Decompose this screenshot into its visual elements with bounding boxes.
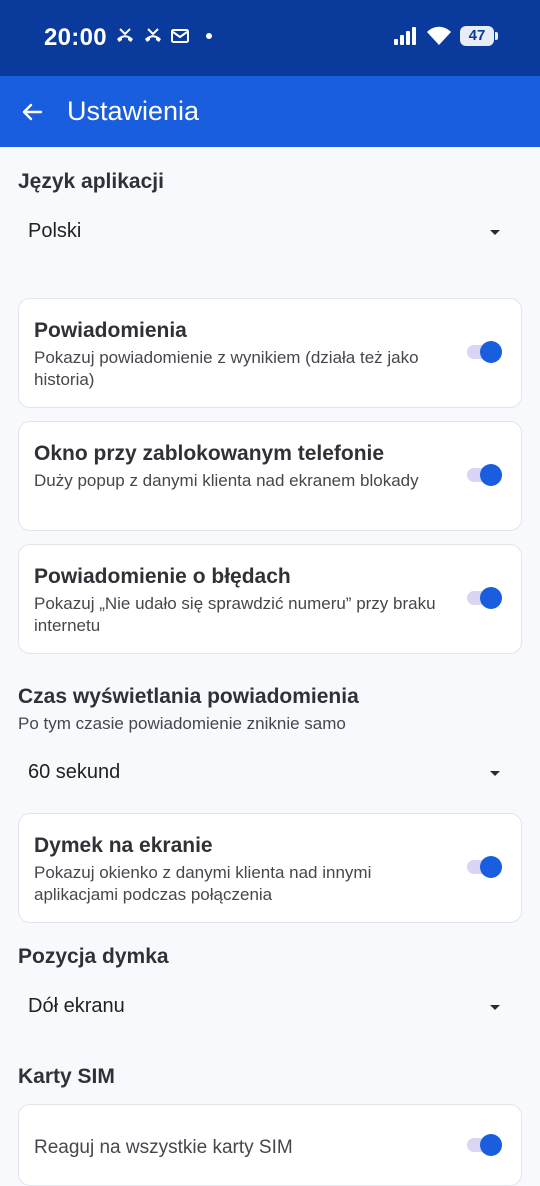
- error-notification-toggle[interactable]: [467, 587, 502, 609]
- toggle-thumb: [480, 341, 502, 363]
- status-notification-icons: [114, 27, 212, 45]
- card-description: Pokazuj okienko z danymi klienta nad inn…: [34, 863, 372, 904]
- sim-card[interactable]: Reaguj na wszystkie karty SIM: [18, 1104, 522, 1186]
- language-section-title: Język aplikacji: [18, 170, 164, 193]
- lockscreen-popup-card[interactable]: Okno przy zablokowanym telefonie Duży po…: [18, 421, 522, 531]
- wifi-icon: [427, 26, 451, 45]
- dropdown-arrow-icon: [490, 1005, 500, 1010]
- toggle-thumb: [480, 587, 502, 609]
- duration-section-subtitle: Po tym czasie powiadomienie zniknie samo: [18, 714, 346, 733]
- notifications-card[interactable]: Powiadomienia Pokazuj powiadomienie z wy…: [18, 298, 522, 408]
- duration-section-title: Czas wyświetlania powiadomienia: [18, 685, 359, 708]
- lockscreen-popup-toggle[interactable]: [467, 464, 502, 486]
- bubble-card[interactable]: Dymek na ekranie Pokazuj okienko z danym…: [18, 813, 522, 923]
- sim-toggle[interactable]: [467, 1134, 502, 1156]
- sim-card-label: Reaguj na wszystkie karty SIM: [34, 1137, 293, 1158]
- dropdown-arrow-icon: [490, 230, 500, 235]
- duration-dropdown[interactable]: 60 sekund: [18, 751, 522, 795]
- mail-icon: [171, 29, 189, 43]
- error-notification-card[interactable]: Powiadomienie o błędach Pokazuj „Nie uda…: [18, 544, 522, 654]
- status-bar: 20:00 47: [0, 0, 540, 76]
- app-bar: Ustawienia: [0, 76, 540, 147]
- signal-icon: [394, 27, 416, 45]
- back-button[interactable]: [14, 94, 50, 130]
- duration-dropdown-value: 60 sekund: [28, 761, 121, 783]
- card-title: Okno przy zablokowanym telefonie: [34, 442, 385, 465]
- toggle-thumb: [480, 856, 502, 878]
- card-title: Dymek na ekranie: [34, 834, 213, 857]
- dot-icon: [206, 33, 212, 39]
- notifications-toggle[interactable]: [467, 341, 502, 363]
- bubble-position-section-title: Pozycja dymka: [18, 945, 169, 968]
- bubble-position-dropdown[interactable]: Dół ekranu: [18, 985, 522, 1029]
- card-title: Powiadomienie o błędach: [34, 565, 291, 588]
- toggle-thumb: [480, 464, 502, 486]
- card-description: Pokazuj „Nie udało się sprawdzić numeru”…: [34, 594, 436, 635]
- card-title: Powiadomienia: [34, 319, 187, 342]
- bubble-position-dropdown-value: Dół ekranu: [28, 995, 125, 1017]
- missed-call-icon: [145, 28, 161, 42]
- page-title: Ustawienia: [67, 96, 200, 126]
- language-dropdown-value: Polski: [28, 220, 82, 242]
- card-description: Duży popup z danymi klienta nad ekranem …: [34, 471, 419, 490]
- dropdown-arrow-icon: [490, 771, 500, 776]
- toggle-thumb: [480, 1134, 502, 1156]
- bubble-toggle[interactable]: [467, 856, 502, 878]
- missed-call-icon: [117, 28, 133, 42]
- card-description: Pokazuj powiadomienie z wynikiem (działa…: [34, 348, 419, 389]
- language-dropdown[interactable]: Polski: [18, 210, 522, 254]
- arrow-left-icon: [22, 103, 43, 121]
- battery-level: 47: [468, 27, 486, 44]
- battery-icon: 47: [460, 26, 498, 46]
- status-time: 20:00: [44, 24, 107, 51]
- status-system-icons: 47: [392, 26, 498, 46]
- sim-section-title: Karty SIM: [18, 1065, 115, 1088]
